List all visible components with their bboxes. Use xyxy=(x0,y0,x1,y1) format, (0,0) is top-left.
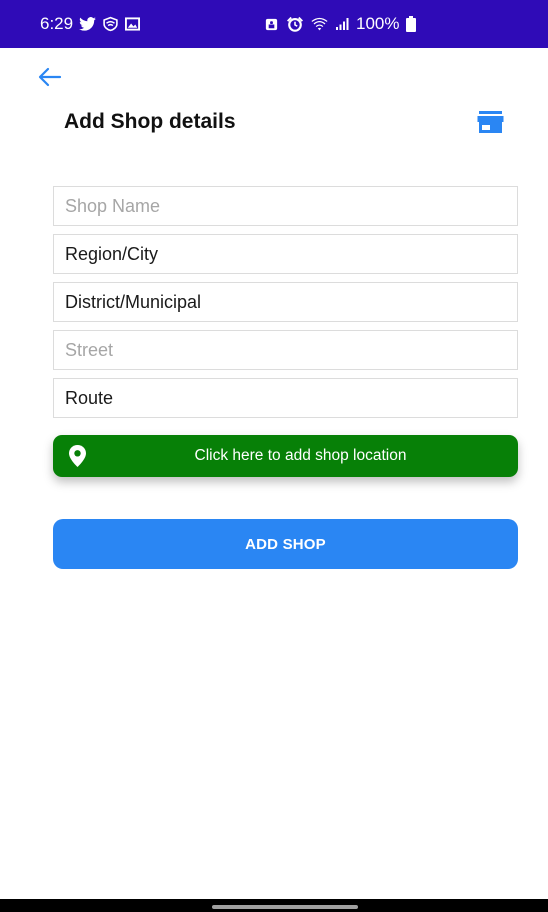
gallery-icon xyxy=(125,17,141,31)
status-bar: 6:29 100% xyxy=(0,0,548,48)
status-time: 6:29 xyxy=(40,14,74,33)
home-indicator[interactable] xyxy=(212,905,358,909)
route-input[interactable] xyxy=(53,378,518,418)
signal-icon xyxy=(335,17,349,31)
district-municipal-input[interactable] xyxy=(53,282,518,322)
lock-icon xyxy=(264,17,279,32)
battery-percent: 100% xyxy=(356,14,400,33)
twitter-icon xyxy=(79,17,96,31)
add-location-label: Click here to add shop location xyxy=(194,447,407,464)
vpn-shield-icon xyxy=(102,16,119,32)
region-city-input[interactable] xyxy=(53,234,518,274)
status-right: 100% xyxy=(264,0,417,48)
add-shop-button[interactable]: ADD SHOP xyxy=(53,519,518,569)
storefront-icon xyxy=(477,111,504,133)
shop-name-input[interactable] xyxy=(53,186,518,226)
add-location-button[interactable]: Click here to add shop location xyxy=(53,435,518,477)
back-button[interactable] xyxy=(38,64,68,90)
alarm-icon xyxy=(286,16,304,32)
wifi-icon xyxy=(311,17,328,31)
street-input[interactable] xyxy=(53,330,518,370)
arrow-left-icon xyxy=(38,67,62,87)
battery-icon xyxy=(406,16,417,32)
status-left: 6:29 xyxy=(40,0,141,48)
page-title: Add Shop details xyxy=(64,110,236,133)
